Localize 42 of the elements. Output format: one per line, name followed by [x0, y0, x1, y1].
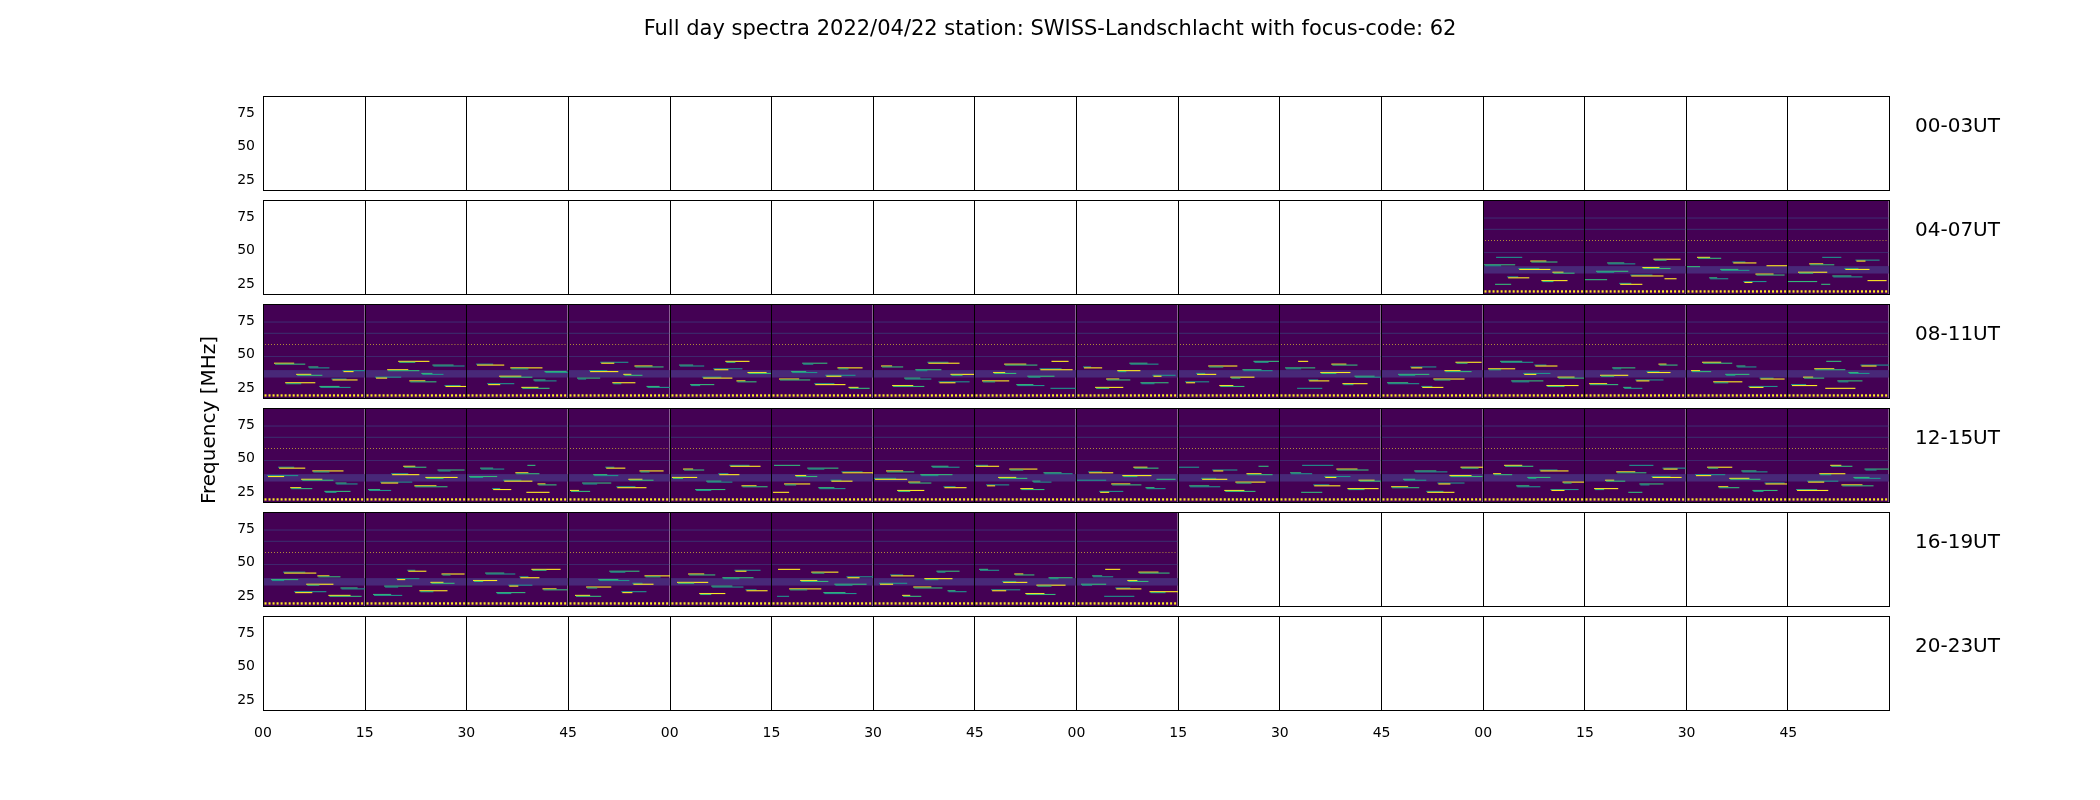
y-tick-label: 25 — [237, 170, 255, 187]
y-tick-label: 50 — [237, 449, 255, 466]
y-tick-label: 25 — [237, 690, 255, 707]
x-tick-label: 45 — [1372, 724, 1391, 740]
x-tick-label: 15 — [355, 724, 374, 740]
x-tick-label: 45 — [1779, 724, 1798, 740]
y-tick-label: 25 — [237, 274, 255, 291]
y-tick-label: 75 — [237, 208, 255, 225]
y-tick-label: 75 — [237, 312, 255, 329]
x-tick-label: 15 — [1576, 724, 1594, 740]
y-axis-label: Frequency [MHz] — [195, 335, 221, 505]
x-tick-label: 45 — [965, 724, 984, 740]
x-tick-label: 00 — [1067, 724, 1086, 740]
x-tick-label: 30 — [864, 724, 883, 740]
x-tick-label: 30 — [1270, 724, 1289, 740]
row-label: 08-11UT — [1915, 321, 2000, 345]
y-tick-label: 25 — [237, 378, 255, 395]
row-label: 04-07UT — [1915, 217, 2000, 241]
y-tick-label: 50 — [237, 345, 255, 362]
y-tick-label: 75 — [237, 416, 255, 433]
y-tick-label: 50 — [237, 553, 255, 570]
x-tick-label: 30 — [1677, 724, 1696, 740]
x-tick-label: 00 — [1474, 724, 1493, 740]
row-label: 20-23UT — [1915, 633, 2000, 657]
x-tick-label: 30 — [457, 724, 476, 740]
y-tick-label: 50 — [237, 137, 255, 154]
y-tick-label: 75 — [237, 520, 255, 537]
x-tick-label: 00 — [660, 724, 679, 740]
y-tick-label: 75 — [237, 104, 255, 121]
x-tick-label: 15 — [1169, 724, 1188, 740]
row-label: 12-15UT — [1915, 425, 2000, 449]
chart-title: Full day spectra 2022/04/22 station: SWISS-Landschlacht with focus-code: 62 — [643, 15, 1457, 42]
row-label: 16-19UT — [1915, 529, 2000, 553]
x-tick-label: 45 — [559, 724, 577, 740]
y-tick-label: 50 — [237, 657, 255, 674]
y-tick-label: 25 — [237, 482, 255, 499]
x-tick-label: 15 — [762, 724, 781, 740]
row-label: 00-03UT — [1915, 113, 2000, 137]
y-tick-label: 50 — [237, 241, 255, 258]
y-tick-label: 25 — [237, 586, 255, 603]
x-tick-label: 00 — [254, 724, 272, 740]
y-tick-label: 75 — [237, 624, 255, 641]
